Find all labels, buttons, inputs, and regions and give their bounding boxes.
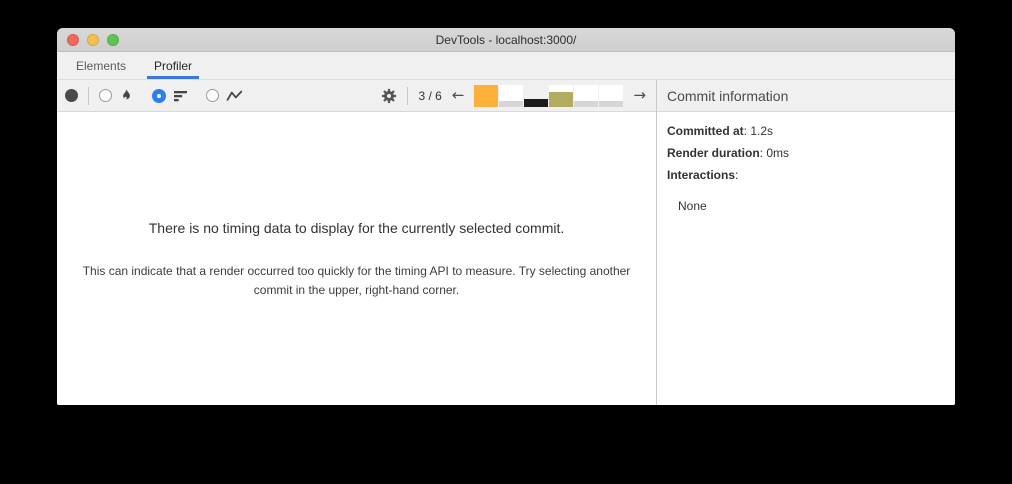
flame-icon [123,89,130,100]
interactions-radio[interactable] [206,89,219,102]
tab-label: Profiler [154,58,193,73]
interactions-value: : [735,168,739,182]
tab-profiler[interactable]: Profiler [147,52,200,79]
gear-icon [382,88,397,103]
close-button[interactable] [67,33,79,46]
toolbar-divider [88,86,89,105]
sidebar-body: Committed at: 1.2s Render duration: 0ms … [657,112,955,225]
tab-elements[interactable]: Elements [69,52,133,79]
previous-commit-button[interactable]: ← [452,88,465,103]
view-option-ranked[interactable] [152,88,188,103]
devtools-window: DevTools - localhost:3000/ Elements Prof… [57,28,955,405]
content-area: 3 / 6 ← → There is no timing data to dis… [57,80,955,405]
toolbar-divider [407,86,409,105]
ranked-radio[interactable] [152,88,166,103]
zoom-button[interactable] [107,33,119,46]
view-option-flamegraph[interactable] [99,88,134,103]
empty-state-panel: There is no timing data to display for t… [57,112,656,405]
window-titlebar[interactable]: DevTools - localhost:3000/ [57,28,955,52]
tab-label: Elements [76,58,127,73]
interactions-zigzag-icon [226,90,243,101]
render-duration-label: Render duration [667,146,760,160]
commit-bar[interactable] [549,84,574,107]
committed-at-row: Committed at: 1.2s [667,125,945,137]
view-option-interactions[interactable] [206,89,243,103]
committed-at-value: : 1.2s [743,124,774,138]
commit-info-sidebar: Commit information Committed at: 1.2s Re… [656,80,955,405]
ranked-bars-icon [174,90,187,101]
commit-selector-bars [474,84,624,107]
commit-index-label: 3 / 6 [418,88,442,103]
empty-state-description: This can indicate that a render occurred… [82,264,631,297]
commit-bar[interactable] [599,84,624,107]
render-duration-value: : 0ms [759,146,790,160]
settings-button[interactable] [381,88,397,104]
commit-bar[interactable] [499,84,524,107]
interactions-label: Interactions [667,168,736,182]
tab-bar: Elements Profiler [57,52,955,80]
committed-at-label: Committed at [667,124,744,138]
profiler-main-panel: 3 / 6 ← → There is no timing data to dis… [57,80,656,405]
screen-background: DevTools - localhost:3000/ Elements Prof… [0,0,1012,484]
commit-bar[interactable] [474,84,499,107]
profiler-toolbar: 3 / 6 ← → [57,80,656,112]
next-commit-button[interactable]: → [633,88,646,103]
record-button[interactable] [65,89,78,102]
sidebar-header: Commit information [657,80,955,112]
window-title: DevTools - localhost:3000/ [435,32,577,47]
render-duration-row: Render duration: 0ms [667,147,945,159]
commit-bar[interactable] [524,85,549,107]
empty-state-title: There is no timing data to display for t… [148,220,565,236]
minimize-button[interactable] [87,33,99,46]
commit-bar[interactable] [574,84,599,107]
traffic-lights [67,28,119,51]
flamegraph-radio[interactable] [99,89,112,102]
interactions-empty-value: None [678,199,707,213]
interactions-row: Interactions: [667,169,945,181]
